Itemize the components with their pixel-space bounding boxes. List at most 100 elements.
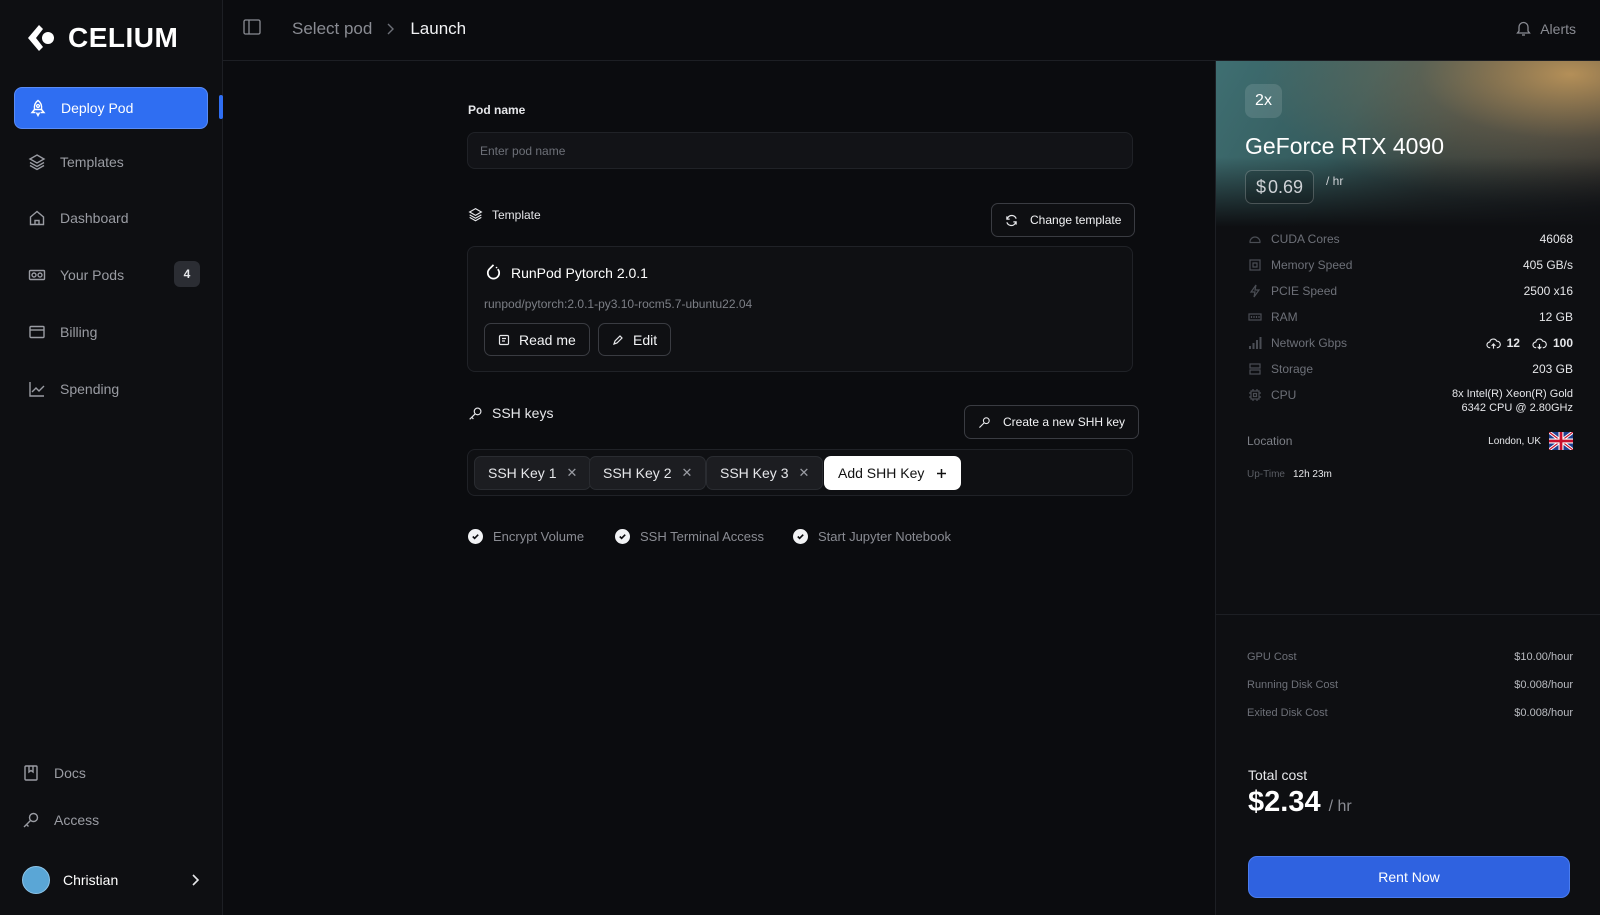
gpu-name: GeForce RTX 4090 [1245, 133, 1445, 159]
sidebar: CELIUM Deploy Pod Templates Dashboard Yo… [0, 0, 223, 915]
spec-row-cpu: CPU 8x Intel(R) Xeon(R) Gold 6342 CPU @ … [1247, 387, 1573, 419]
spec-row-storage: Storage 203 GB [1247, 361, 1573, 381]
topbar: Select pod Launch Alerts [223, 0, 1600, 61]
network-upload-value: 12 [1506, 336, 1520, 350]
chart-line-icon [28, 380, 46, 398]
checkbox-label: Start Jupyter Notebook [818, 529, 951, 544]
ssh-key-chip[interactable]: SSH Key 1 ✕ [474, 456, 592, 490]
price-unit: / hr [1326, 174, 1344, 188]
ram-icon [1247, 309, 1263, 325]
cost-label: Running Disk Cost [1247, 679, 1339, 691]
spec-row-ram: RAM 12 GB [1247, 309, 1573, 329]
cost-label: Exited Disk Cost [1247, 707, 1328, 719]
network-download-value: 100 [1552, 336, 1573, 350]
spec-value: 203 GB [1532, 362, 1573, 376]
template-name-row: RunPod Pytorch 2.0.1 [484, 263, 648, 282]
lightning-icon [1247, 283, 1263, 299]
sidebar-item-access[interactable]: Access [8, 799, 202, 841]
ssh-key-label: SSH Key 2 [603, 465, 672, 481]
gpu-icon [28, 266, 46, 284]
divider [1216, 614, 1600, 615]
breadcrumb-select-pod[interactable]: Select pod [292, 19, 372, 39]
template-card: RunPod Pytorch 2.0.1 runpod/pytorch:2.0.… [467, 246, 1133, 372]
template-name: RunPod Pytorch 2.0.1 [511, 264, 648, 281]
sidebar-item-your-pods[interactable]: Your Pods 4 [14, 254, 208, 296]
encrypt-volume-checkbox[interactable]: Encrypt Volume [468, 529, 584, 544]
sidebar-item-docs[interactable]: Docs [8, 752, 202, 794]
cost-row-running-disk: Running Disk Cost $0.008/hour [1247, 679, 1573, 691]
uptime-value: 12h 23m [1292, 469, 1332, 480]
sidebar-item-templates[interactable]: Templates [14, 141, 208, 183]
memory-icon [1247, 257, 1263, 273]
change-template-button[interactable]: Change template [991, 203, 1136, 237]
plus-icon [936, 468, 947, 479]
storage-icon [1247, 361, 1263, 377]
sidebar-toggle-icon[interactable] [243, 19, 261, 35]
template-image-path: runpod/pytorch:2.0.1-py3.10-rocm5.7-ubun… [484, 297, 753, 311]
ssh-keys-list: SSH Key 1 ✕ SSH Key 2 ✕ SSH Key 3 ✕ Add … [467, 449, 1133, 496]
ssh-key-chip[interactable]: SSH Key 3 ✕ [706, 456, 824, 490]
sidebar-item-label: Docs [54, 765, 86, 781]
signal-bars-icon [1247, 335, 1263, 351]
add-ssh-key-label: Add SHH Key [838, 465, 925, 481]
spec-value: 2500 x16 [1523, 284, 1573, 298]
cloud-download-icon [1532, 337, 1547, 350]
alerts-button[interactable]: Alerts [1515, 20, 1576, 37]
sidebar-item-label: Spending [60, 381, 120, 397]
start-jupyter-notebook-checkbox[interactable]: Start Jupyter Notebook [793, 529, 951, 544]
cost-value: $0.008/hour [1514, 679, 1573, 691]
sidebar-item-label: Deploy Pod [61, 100, 134, 116]
brand-name: CELIUM [68, 22, 179, 53]
layers-icon [28, 153, 46, 171]
check-icon [793, 529, 808, 544]
rocket-icon [29, 99, 47, 117]
sidebar-item-spending[interactable]: Spending [14, 368, 208, 410]
brand-logo[interactable]: CELIUM [26, 22, 178, 54]
user-menu[interactable]: Christian [22, 865, 202, 895]
rent-now-button[interactable]: Rent Now [1248, 856, 1570, 898]
check-icon [615, 529, 630, 544]
close-icon[interactable]: ✕ [798, 465, 809, 481]
wallet-icon [28, 323, 46, 341]
edit-template-button[interactable]: Edit [598, 323, 672, 356]
read-me-button[interactable]: Read me [484, 323, 590, 356]
spec-label: Memory Speed [1271, 258, 1353, 272]
ssh-terminal-access-checkbox[interactable]: SSH Terminal Access [615, 529, 764, 544]
location-value: London, UK [1488, 435, 1541, 447]
change-template-label: Change template [1030, 213, 1122, 227]
checkbox-label: SSH Terminal Access [640, 529, 765, 544]
edit-label: Edit [633, 331, 658, 348]
create-ssh-key-button[interactable]: Create a new SHH key [964, 405, 1140, 439]
chevron-right-icon [386, 22, 396, 36]
spec-label: Storage [1271, 362, 1314, 376]
launch-form: Pod name Template Change template RunPod… [223, 61, 1215, 915]
cuda-cores-icon [1247, 231, 1263, 247]
sidebar-item-billing[interactable]: Billing [14, 311, 208, 353]
close-icon[interactable]: ✕ [566, 465, 577, 481]
gpu-summary-panel: 2x GeForce RTX 4090 $ 0.69 / hr CUDA Cor… [1215, 61, 1600, 915]
sidebar-item-deploy-pod[interactable]: Deploy Pod [14, 87, 208, 129]
read-me-label: Read me [519, 331, 576, 348]
uptime-label: Up-Time [1247, 469, 1285, 480]
ssh-key-chip[interactable]: SSH Key 2 ✕ [589, 456, 707, 490]
refresh-icon [1005, 214, 1018, 227]
pod-name-input[interactable] [467, 132, 1133, 169]
total-cost-value: $2.34 [1248, 786, 1321, 818]
price-value: 0.69 [1268, 176, 1304, 197]
bell-icon [1515, 20, 1532, 37]
sidebar-item-dashboard[interactable]: Dashboard [14, 197, 208, 239]
close-icon[interactable]: ✕ [681, 465, 692, 481]
total-cost-unit: / hr [1328, 798, 1352, 815]
ssh-keys-label: SSH keys [492, 405, 554, 421]
ssh-key-label: SSH Key 1 [488, 465, 557, 481]
gpu-count-badge: 2x [1245, 84, 1282, 118]
cost-label: GPU Cost [1247, 651, 1297, 663]
spec-row-memory-speed: Memory Speed 405 GB/s [1247, 257, 1573, 277]
gpu-price: $ 0.69 [1245, 170, 1315, 204]
cost-value: $10.00/hour [1514, 651, 1573, 663]
spec-row-pcie-speed: PCIE Speed 2500 x16 [1247, 283, 1573, 303]
spec-row-network: Network Gbps 12 100 [1247, 335, 1573, 355]
template-label: Template [492, 207, 541, 222]
add-ssh-key-button[interactable]: Add SHH Key [824, 456, 962, 490]
checkbox-label: Encrypt Volume [493, 529, 585, 544]
